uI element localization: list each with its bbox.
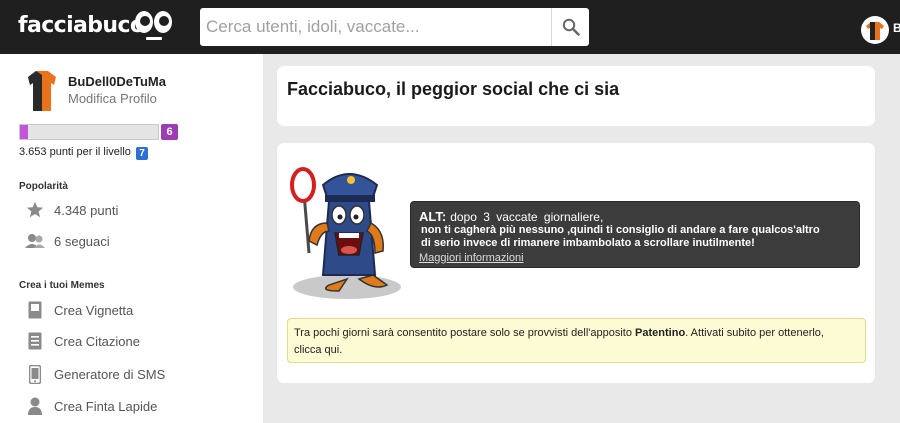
sidebar: BuDell0DeTuMa Modifica Profilo 6 3.653 p…: [0, 54, 263, 423]
memes-item-label: Crea Citazione: [54, 333, 140, 349]
users-icon: [24, 231, 46, 251]
points-to-level: 3.653 punti per il livello 7: [19, 146, 148, 160]
patentino-link[interactable]: Patentino: [635, 327, 685, 339]
tombstone-icon: [24, 396, 46, 416]
memes-item-label: Generatore di SMS: [54, 366, 166, 382]
title-card: Facciabuco, il peggior social che ci sia: [277, 66, 875, 126]
memes-item-label: Crea Finta Lapide: [54, 398, 158, 414]
points-to-level-text: 3.653 punti per il livello: [19, 146, 131, 158]
level-progress-fill: [20, 125, 29, 139]
alert-text-2: non ti cagherà più nessuno ,quindi ti co…: [421, 224, 820, 236]
memes-title: Crea i tuoi Memes: [19, 280, 105, 291]
user-avatar[interactable]: [860, 15, 890, 45]
page-title: Facciabuco, il peggior social che ci sia: [287, 79, 620, 99]
click-here-link[interactable]: clicca qui.: [294, 344, 342, 356]
level-badge: 6: [161, 124, 178, 140]
search-icon: [562, 18, 580, 36]
memes-item-lapide[interactable]: Crea Finta Lapide: [24, 394, 157, 418]
alt-alert-box: ALT: dopo 3 vaccate giornaliere, non ti c…: [410, 201, 860, 268]
more-info-link[interactable]: Maggiori informazioni: [419, 252, 859, 264]
logo-eyes-icon: [135, 11, 172, 40]
followers-label: 6 seguaci: [54, 233, 110, 249]
star-icon: [24, 200, 46, 220]
search-button[interactable]: [551, 8, 589, 46]
alert-text-3: di serio invece di rimanere imbambolato …: [421, 237, 755, 249]
points-label: 4.348 punti: [54, 202, 119, 218]
patentino-notice: Tra pochi giorni sarà consentito postare…: [287, 318, 866, 363]
memes-item-sms[interactable]: Generatore di SMS: [24, 362, 165, 386]
alert-line-1: ALT: dopo 3 vaccate giornaliere,: [419, 210, 859, 224]
search-input[interactable]: [200, 8, 550, 46]
quote-icon: [24, 331, 46, 351]
edit-profile-link[interactable]: Modifica Profilo: [68, 91, 157, 106]
top-bar: facciabuco B: [0, 0, 900, 54]
alert-text-1: dopo 3 vaccate giornaliere,: [450, 210, 604, 224]
notice-text-before: Tra pochi giorni sarà consentito postare…: [294, 327, 636, 339]
popularity-points[interactable]: 4.348 punti: [24, 198, 118, 222]
memes-item-label: Crea Vignetta: [54, 302, 134, 318]
traffic-cop-mascot-icon: [290, 167, 401, 299]
avatar[interactable]: [24, 69, 60, 113]
user-initial[interactable]: B: [893, 21, 900, 35]
comic-icon: [24, 300, 46, 320]
phone-icon: [24, 364, 46, 384]
alert-label: ALT:: [419, 209, 447, 224]
memes-item-citazione[interactable]: Crea Citazione: [24, 329, 140, 353]
next-level-badge: 7: [135, 147, 148, 160]
level-progress-bar: [19, 124, 159, 140]
username[interactable]: BuDell0DeTuMa: [68, 74, 166, 89]
memes-item-vignetta[interactable]: Crea Vignetta: [24, 298, 133, 322]
popularity-title: Popolarità: [19, 181, 68, 192]
logo-text[interactable]: facciabuco: [18, 13, 145, 38]
search-box: [200, 8, 589, 46]
popularity-followers[interactable]: 6 seguaci: [24, 229, 110, 253]
notice-text-after: . Attivati subito per ottenerlo,: [685, 327, 824, 339]
